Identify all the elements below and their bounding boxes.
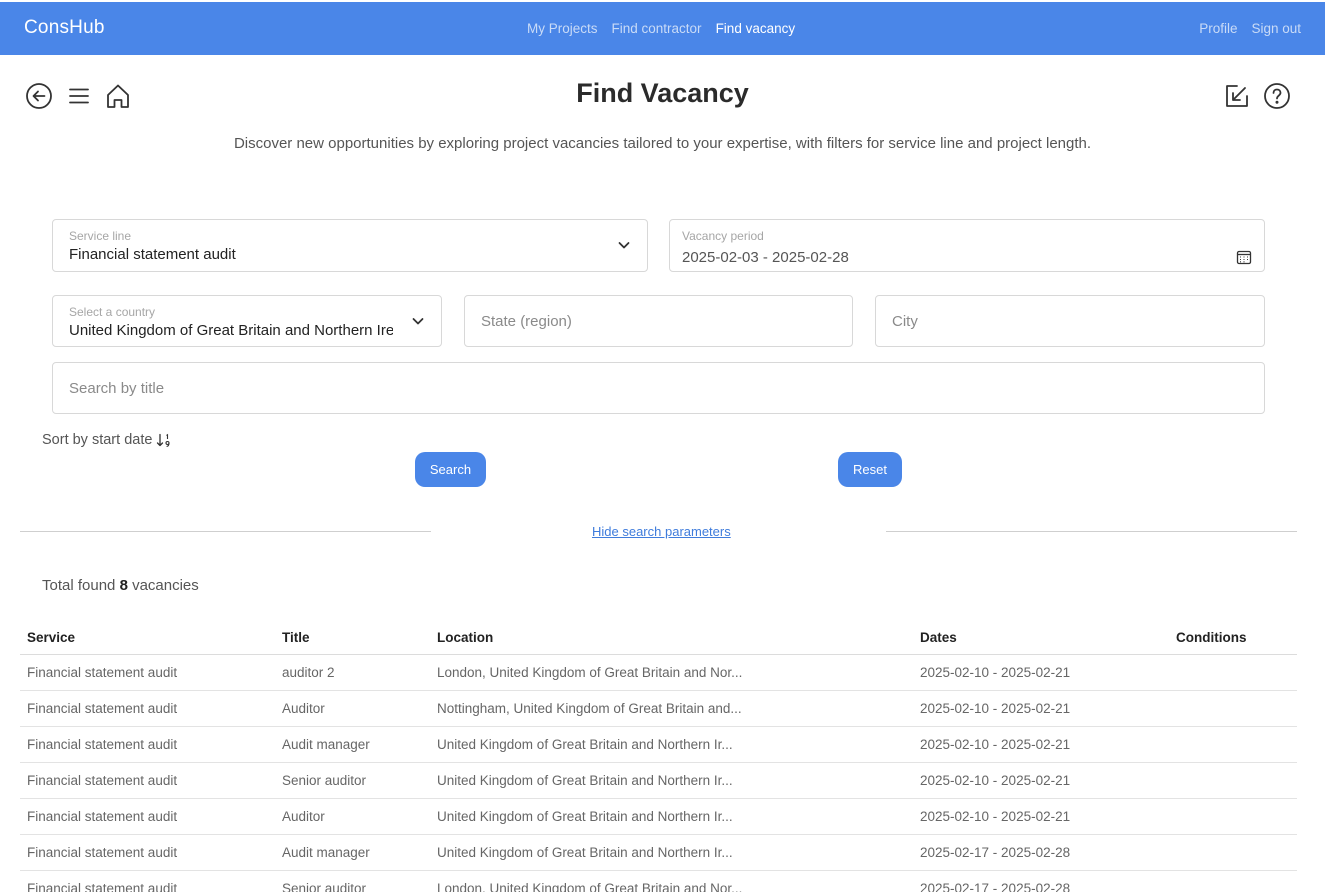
service-line-value: Financial statement audit bbox=[69, 246, 236, 263]
table-row[interactable]: Financial statement audit Audit manager Un… bbox=[20, 835, 1297, 871]
nav-find-vacancy[interactable]: Find vacancy bbox=[716, 21, 796, 36]
table-row[interactable]: Financial statement audit Senior auditor U… bbox=[20, 763, 1297, 799]
cell-location: United Kingdom of Great Britain and Nort… bbox=[437, 737, 733, 752]
vacancies-table: Service Title Location Dates Conditions … bbox=[20, 620, 1297, 892]
cell-dates: 2025-02-10 - 2025-02-21 bbox=[920, 737, 1071, 752]
vacancy-period-value: 2025-02-03 - 2025-02-28 bbox=[682, 249, 849, 266]
divider-left bbox=[20, 531, 431, 532]
search-button[interactable]: Search bbox=[415, 452, 486, 487]
table-row[interactable]: Financial statement audit Senior auditor L… bbox=[20, 871, 1297, 892]
nav-find-contractor[interactable]: Find contractor bbox=[612, 21, 702, 36]
table-body: Financial statement audit auditor 2 London… bbox=[20, 655, 1297, 892]
cell-title: Auditor bbox=[282, 809, 325, 824]
divider-right bbox=[886, 531, 1297, 532]
state-input[interactable] bbox=[465, 296, 852, 346]
cell-title: Audit manager bbox=[282, 737, 370, 752]
cell-location: United Kingdom of Great Britain and Nort… bbox=[437, 809, 733, 824]
cell-service: Financial statement audit bbox=[27, 881, 178, 892]
cell-location: United Kingdom of Great Britain and Nort… bbox=[437, 845, 733, 860]
header-conditions[interactable]: Conditions bbox=[1169, 630, 1297, 645]
sort-ascending-icon bbox=[157, 433, 170, 448]
results-count: Total found 8 vacancies bbox=[42, 577, 199, 594]
table-row[interactable]: Financial statement audit Auditor United K… bbox=[20, 799, 1297, 835]
header-dates[interactable]: Dates bbox=[913, 630, 1169, 645]
country-label: Select a country bbox=[69, 305, 156, 319]
city-input[interactable] bbox=[876, 296, 1264, 346]
cell-service: Financial statement audit bbox=[27, 665, 178, 680]
title-search-field[interactable] bbox=[52, 362, 1265, 414]
service-line-select[interactable]: Service line Financial statement audit bbox=[52, 219, 648, 272]
header-service[interactable]: Service bbox=[20, 630, 274, 645]
cell-title: Senior auditor bbox=[282, 773, 367, 788]
cell-location: London, United Kingdom of Great Britain … bbox=[437, 881, 743, 892]
cell-location: Nottingham, United Kingdom of Great Brit… bbox=[437, 701, 742, 716]
hide-search-parameters-link[interactable]: Hide search parameters bbox=[592, 524, 731, 539]
country-value: United Kingdom of Great Britain and Nort… bbox=[69, 322, 393, 339]
cell-dates: 2025-02-17 - 2025-02-28 bbox=[920, 881, 1071, 892]
cell-service: Financial statement audit bbox=[27, 737, 178, 752]
nav-my-projects[interactable]: My Projects bbox=[527, 21, 598, 36]
cell-dates: 2025-02-17 - 2025-02-28 bbox=[920, 845, 1071, 860]
vacancy-period-label: Vacancy period bbox=[682, 229, 764, 243]
cell-location: London, United Kingdom of Great Britain … bbox=[437, 665, 743, 680]
cell-dates: 2025-02-10 - 2025-02-21 bbox=[920, 809, 1071, 824]
cell-dates: 2025-02-10 - 2025-02-21 bbox=[920, 665, 1071, 680]
page-description: Discover new opportunities by exploring … bbox=[233, 135, 1092, 152]
table-row[interactable]: Financial statement audit Audit manager Un… bbox=[20, 727, 1297, 763]
cell-dates: 2025-02-10 - 2025-02-21 bbox=[920, 773, 1071, 788]
reset-button[interactable]: Reset bbox=[838, 452, 902, 487]
cell-title: auditor 2 bbox=[282, 665, 335, 680]
top-navbar: ConsHub My Projects Find contractor Find… bbox=[0, 2, 1325, 55]
cell-title: Audit manager bbox=[282, 845, 370, 860]
user-nav: Profile Sign out bbox=[1199, 21, 1301, 36]
header-title[interactable]: Title bbox=[274, 630, 429, 645]
service-line-label: Service line bbox=[69, 229, 132, 243]
nav-sign-out[interactable]: Sign out bbox=[1251, 21, 1301, 36]
results-count-number: 8 bbox=[119, 577, 128, 594]
nav-profile[interactable]: Profile bbox=[1199, 21, 1237, 36]
sort-label: Sort by start date bbox=[42, 432, 153, 448]
calendar-icon[interactable] bbox=[1236, 249, 1252, 265]
cell-location: United Kingdom of Great Britain and Nort… bbox=[437, 773, 733, 788]
cell-service: Financial statement audit bbox=[27, 701, 178, 716]
cell-service: Financial statement audit bbox=[27, 845, 178, 860]
brand-logo[interactable]: ConsHub bbox=[24, 17, 105, 39]
cell-dates: 2025-02-10 - 2025-02-21 bbox=[920, 701, 1071, 716]
table-header: Service Title Location Dates Conditions bbox=[20, 620, 1297, 655]
cell-service: Financial statement audit bbox=[27, 773, 178, 788]
cell-title: Senior auditor bbox=[282, 881, 367, 892]
cell-service: Financial statement audit bbox=[27, 809, 178, 824]
country-select[interactable]: Select a country United Kingdom of Great… bbox=[52, 295, 442, 347]
state-field[interactable] bbox=[464, 295, 853, 347]
table-row[interactable]: Financial statement audit Auditor Nottingh… bbox=[20, 691, 1297, 727]
page-title: Find Vacancy bbox=[576, 78, 749, 108]
vacancy-period-field[interactable]: Vacancy period 2025-02-03 - 2025-02-28 bbox=[669, 219, 1265, 272]
chevron-down-icon bbox=[618, 242, 630, 249]
main-nav: My Projects Find contractor Find vacancy bbox=[527, 21, 795, 36]
table-row[interactable]: Financial statement audit auditor 2 London… bbox=[20, 655, 1297, 691]
city-field[interactable] bbox=[875, 295, 1265, 347]
sort-by-start-date[interactable]: Sort by start date bbox=[42, 432, 172, 448]
header-location[interactable]: Location bbox=[429, 630, 913, 645]
title-search-input[interactable] bbox=[53, 363, 1264, 413]
cell-title: Auditor bbox=[282, 701, 325, 716]
chevron-down-icon bbox=[412, 318, 424, 325]
